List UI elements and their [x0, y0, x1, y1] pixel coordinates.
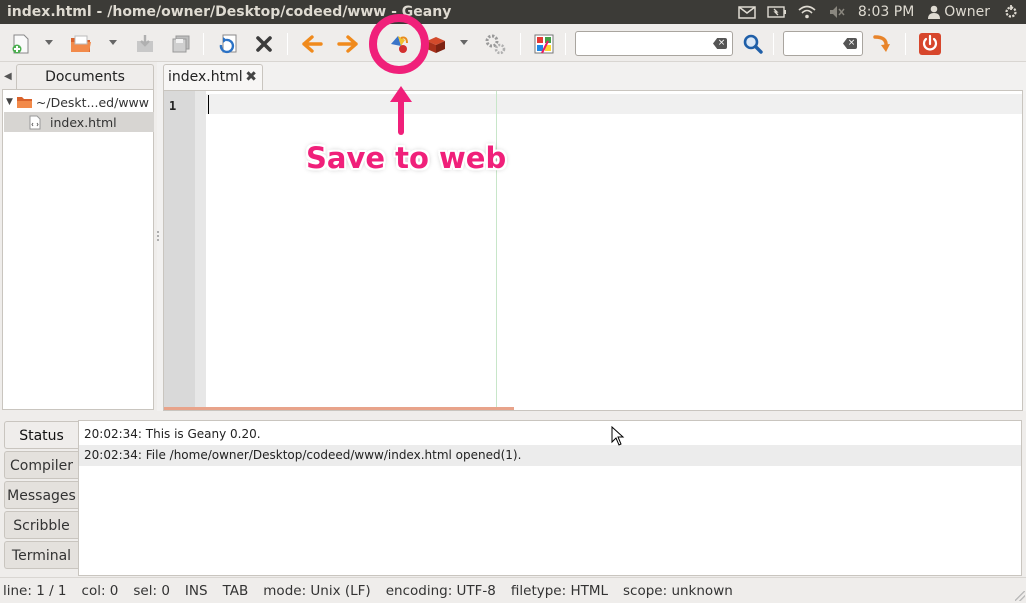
user-name: Owner	[944, 4, 990, 20]
power-gear-icon[interactable]	[996, 0, 1026, 24]
toolbar-separator	[287, 33, 288, 55]
horizontal-scrollbar[interactable]	[164, 407, 514, 410]
volume-muted-icon[interactable]	[822, 0, 852, 24]
tree-file-row[interactable]: index.html	[4, 112, 154, 132]
expander-down-icon[interactable]: ▼	[6, 97, 13, 107]
user-menu[interactable]: Owner	[922, 0, 996, 24]
save-button[interactable]	[132, 31, 158, 57]
status-scope: scope: unknown	[623, 582, 733, 599]
color-chooser-button[interactable]	[531, 31, 557, 57]
status-insert-mode: INS	[184, 582, 208, 599]
editor-tab-label: index.html	[168, 69, 243, 85]
mail-icon[interactable]	[732, 0, 762, 24]
resize-grip[interactable]	[1015, 591, 1025, 601]
html-file-icon	[29, 115, 41, 129]
save-all-button[interactable]	[168, 31, 194, 57]
toolbar-separator	[520, 33, 521, 55]
jump-arrow-icon	[873, 35, 890, 52]
tab-index-html[interactable]: index.html ✖	[163, 64, 263, 90]
user-icon	[928, 5, 941, 19]
close-icon	[256, 36, 272, 52]
power-icon	[919, 33, 941, 55]
arrow-right-icon	[337, 35, 358, 53]
sidebar-scroll-left-icon[interactable]: ◀	[4, 71, 12, 82]
save-all-icon	[172, 35, 190, 53]
mouse-pointer-icon	[611, 426, 625, 446]
status-line: line: 1 / 1	[3, 582, 67, 599]
tab-scribble[interactable]: Scribble	[4, 511, 78, 539]
long-line-marker	[496, 91, 497, 410]
system-indicators: 8:03 PM Owner	[732, 0, 1026, 24]
tree-file-label: index.html	[50, 114, 117, 130]
goto-line-field[interactable]: ×	[783, 31, 863, 56]
navigate-back-button[interactable]	[299, 31, 325, 57]
close-tab-icon[interactable]: ✖	[245, 65, 257, 90]
build-dropdown-arrow[interactable]	[460, 40, 468, 45]
tab-messages[interactable]: Messages	[4, 481, 78, 509]
open-file-dropdown-arrow[interactable]	[109, 40, 117, 45]
annotation-arrow	[398, 95, 404, 135]
pane-splitter-handle[interactable]	[156, 230, 160, 242]
window-title-bar: index.html - /home/owner/Desktop/codeed/…	[0, 0, 1026, 24]
color-palette-icon	[534, 34, 554, 54]
annotation-circle	[369, 14, 429, 74]
fold-margin	[195, 91, 206, 410]
toolbar-separator	[773, 33, 774, 55]
line-number: 1	[169, 99, 177, 113]
annotation-label: Save to web	[306, 141, 507, 175]
search-input[interactable]	[576, 32, 732, 55]
reload-file-icon	[219, 34, 237, 54]
revert-button[interactable]	[215, 31, 241, 57]
open-folder-icon	[71, 35, 91, 52]
code-editor[interactable]: 1	[163, 90, 1023, 411]
tab-status[interactable]: Status	[4, 421, 78, 449]
tab-documents[interactable]: Documents	[16, 64, 154, 90]
status-bar: line: 1 / 1 col: 0 sel: 0 INS TAB mode: …	[0, 577, 1026, 603]
status-filetype: filetype: HTML	[510, 582, 609, 599]
status-sel: sel: 0	[133, 582, 170, 599]
log-line: 20:02:34: This is Geany 0.20.	[84, 427, 261, 441]
gears-icon	[485, 34, 506, 55]
new-file-icon	[12, 34, 29, 54]
horizontal-pane-splitter[interactable]	[0, 411, 1026, 419]
log-line: 20:02:34: File /home/owner/Desktop/codee…	[79, 445, 1021, 466]
toolbar-separator	[565, 33, 566, 55]
line-number-gutter	[164, 91, 195, 410]
goto-line-button[interactable]	[868, 31, 894, 57]
new-file-dropdown-arrow[interactable]	[45, 40, 53, 45]
tab-compiler[interactable]: Compiler	[4, 451, 78, 479]
quit-button[interactable]	[917, 31, 943, 57]
close-file-button[interactable]	[251, 31, 277, 57]
toolbar-separator	[203, 33, 204, 55]
status-log: 20:02:34: This is Geany 0.20. 20:02:34: …	[78, 420, 1022, 576]
search-icon	[743, 34, 763, 54]
save-icon	[137, 35, 153, 52]
tab-terminal[interactable]: Terminal	[4, 541, 78, 569]
find-button[interactable]	[740, 31, 766, 57]
tree-folder-row[interactable]: ▼ ~/Deskt...ed/www	[4, 92, 154, 112]
clock[interactable]: 8:03 PM	[852, 0, 922, 24]
folder-icon	[16, 97, 32, 108]
current-line-highlight	[206, 94, 1022, 114]
status-encoding: encoding: UTF-8	[385, 582, 496, 599]
open-file-button[interactable]	[68, 31, 94, 57]
search-field[interactable]: ×	[575, 31, 733, 56]
battery-icon[interactable]	[762, 0, 792, 24]
main-toolbar: × ×	[0, 24, 1026, 62]
arrow-left-icon	[302, 35, 323, 53]
navigate-forward-button[interactable]	[335, 31, 361, 57]
new-file-button[interactable]	[8, 31, 34, 57]
tree-folder-label: ~/Deskt...ed/www	[35, 94, 150, 110]
build-settings-button[interactable]	[482, 31, 508, 57]
status-col: col: 0	[81, 582, 119, 599]
status-eol-mode: mode: Unix (LF)	[263, 582, 371, 599]
documents-tree: ▼ ~/Deskt...ed/www index.html	[2, 89, 154, 410]
text-cursor	[208, 95, 209, 114]
status-indent: TAB	[222, 582, 249, 599]
toolbar-separator	[905, 33, 906, 55]
wifi-icon[interactable]	[792, 0, 822, 24]
